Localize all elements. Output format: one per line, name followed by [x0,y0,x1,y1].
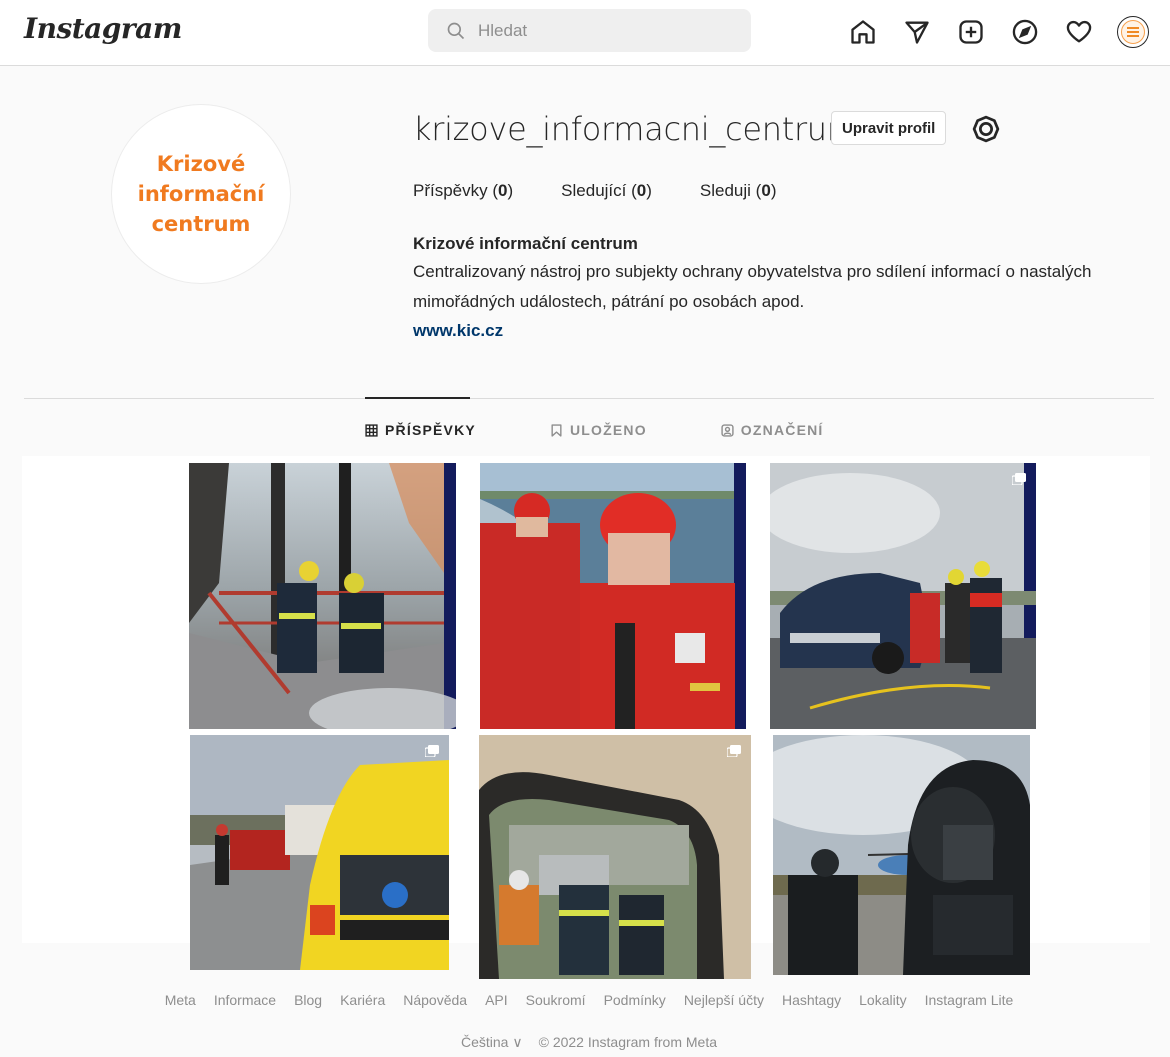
footer-link[interactable]: Instagram Lite [925,992,1014,1008]
tab-saved[interactable]: ULOŽENO [550,422,647,438]
profile-stats: Příspěvky (0) Sledující (0) Sleduji (0) [413,181,824,201]
stat-label: Sledující [561,181,627,200]
stat-followers[interactable]: Sledující (0) [561,181,652,201]
post-thumbnail[interactable] [773,735,1030,975]
tab-tagged[interactable]: OZNAČENÍ [721,422,824,438]
stat-label: Sleduji [699,181,751,200]
post-image [189,463,456,729]
profile-picture-text-line: centrum [151,212,251,236]
profile-picture[interactable]: Krizové informační centrum [111,104,291,284]
chevron-down-icon: ∨ [512,1034,523,1050]
footer-link[interactable]: Informace [214,992,276,1008]
footer-link[interactable]: Nejlepší účty [684,992,764,1008]
new-post-icon [959,20,983,44]
search-input[interactable] [478,20,738,41]
stat-following[interactable]: Sleduji (0) [700,181,777,201]
footer-link[interactable]: API [485,992,508,1008]
search-icon [447,22,465,39]
post-thumbnail[interactable] [770,463,1036,729]
footer-bottom: Čeština ∨ © 2022 Instagram from Meta [0,1034,1170,1051]
home-icon [851,20,875,44]
heart-icon [1066,20,1092,43]
language-label: Čeština [461,1034,509,1050]
grid-icon [365,423,378,437]
post-image [479,735,751,979]
stat-posts[interactable]: Příspěvky (0) [413,181,513,201]
avatar [1117,16,1149,48]
home-button[interactable] [846,15,880,49]
footer-link[interactable]: Blog [294,992,322,1008]
footer-link[interactable]: Meta [165,992,196,1008]
explore-icon [1012,19,1038,45]
profile-menu-button[interactable] [1116,15,1150,49]
tagged-icon [721,423,734,437]
post-image [773,735,1030,975]
direct-icon [905,21,929,44]
avatar-image [1121,20,1145,44]
profile-full-name: Krizové informační centrum [413,234,638,253]
edit-profile-button[interactable]: Upravit profil [831,111,947,145]
explore-button[interactable] [1008,15,1042,49]
active-tab-indicator [365,397,470,399]
profile-tabs: PŘÍSPĚVKY ULOŽENO OZNAČENÍ [365,422,898,438]
multiple-images-icon [727,745,741,757]
profile-username: krizove_informacni_centrum [413,110,858,148]
nav-icons [846,14,1150,50]
multiple-images-icon [1012,473,1026,485]
top-navigation-bar: Instagram [0,0,1170,66]
copyright-text: © 2022 Instagram from Meta [538,1034,717,1050]
profile-description: Centralizovaný nástroj pro subjekty ochr… [413,262,1092,311]
activity-button[interactable] [1062,15,1096,49]
profile-picture-text-line: informační [137,182,265,206]
footer-links: Meta Informace Blog Kariéra Nápověda API… [0,992,1170,1008]
post-image [190,735,449,970]
stat-value: 0 [636,181,647,200]
tab-posts[interactable]: PŘÍSPĚVKY [365,422,476,438]
bookmark-icon [551,423,562,437]
stat-value: 0 [761,181,771,200]
post-thumbnail[interactable] [479,735,751,979]
language-selector[interactable]: Čeština ∨ [461,1034,523,1051]
profile-website-link[interactable]: www.kic.cz [413,319,1133,343]
tab-label: ULOŽENO [569,422,647,438]
post-thumbnail[interactable] [190,735,449,970]
settings-gear-icon[interactable] [971,114,1001,144]
post-image [480,463,746,729]
search-box[interactable] [428,9,751,52]
stat-label: Příspěvky [413,181,488,200]
post-image [770,463,1036,729]
tabs-divider [24,398,1154,399]
post-thumbnail[interactable] [189,463,456,729]
footer-link[interactable]: Lokality [859,992,906,1008]
direct-messages-button[interactable] [900,15,934,49]
stat-value: 0 [498,181,508,200]
footer-link[interactable]: Hashtagy [782,992,841,1008]
profile-picture-text-line: Krizové [156,152,246,176]
footer-link[interactable]: Nápověda [403,992,467,1008]
footer-link[interactable]: Kariéra [340,992,385,1008]
tab-label: OZNAČENÍ [740,422,824,438]
new-post-button[interactable] [954,15,988,49]
tab-label: PŘÍSPĚVKY [385,422,476,438]
post-thumbnail[interactable] [480,463,746,729]
footer-link[interactable]: Soukromí [526,992,586,1008]
instagram-logo[interactable]: Instagram [24,12,182,45]
footer-link[interactable]: Podmínky [604,992,666,1008]
multiple-images-icon [425,745,439,757]
profile-bio: Krizové informační centrum Centralizovan… [413,233,1133,343]
